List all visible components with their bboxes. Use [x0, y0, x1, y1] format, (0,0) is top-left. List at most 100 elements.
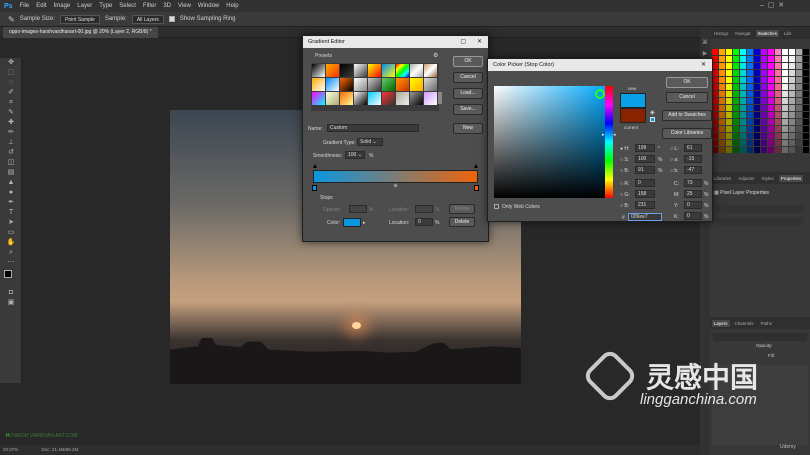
swatch[interactable] — [726, 105, 732, 111]
opacity-field[interactable] — [349, 205, 367, 213]
swatch[interactable] — [733, 91, 739, 97]
swatch[interactable] — [733, 70, 739, 76]
swatch[interactable] — [754, 91, 760, 97]
color-libraries-button[interactable]: Color Libraries — [662, 128, 712, 139]
hue-field[interactable]: 199 — [635, 144, 655, 152]
cyan-field[interactable]: 73 — [684, 179, 702, 187]
swatch[interactable] — [747, 56, 753, 62]
color-stop-right[interactable] — [474, 185, 479, 191]
swatch[interactable] — [747, 84, 753, 90]
healing-tool-icon[interactable]: ✚ — [0, 118, 22, 128]
presets-grid[interactable] — [311, 63, 439, 111]
add-to-swatches-button[interactable]: Add to Swatches — [662, 110, 712, 121]
gradient-preset[interactable] — [382, 92, 395, 105]
swatch[interactable] — [754, 49, 760, 55]
swatch[interactable] — [782, 112, 788, 118]
green-field[interactable]: 158 — [635, 190, 655, 198]
swatch[interactable] — [803, 56, 809, 62]
swatch[interactable] — [761, 112, 767, 118]
gradient-preset[interactable] — [410, 78, 423, 91]
gradient-preset[interactable] — [326, 64, 339, 77]
stop-color-menu-icon[interactable]: ▸ — [363, 220, 366, 226]
lab-l-field[interactable]: 61 — [684, 144, 702, 152]
swatch[interactable] — [719, 77, 725, 83]
properties-fields[interactable] — [716, 205, 804, 213]
swatch[interactable] — [733, 56, 739, 62]
ok-button[interactable]: OK — [666, 77, 708, 88]
gradient-preset[interactable] — [312, 78, 325, 91]
menu-help[interactable]: Help — [226, 3, 238, 9]
gradient-preset[interactable] — [368, 92, 381, 105]
swatch[interactable] — [719, 105, 725, 111]
swatch[interactable] — [740, 98, 746, 104]
gradient-preset[interactable] — [354, 78, 367, 91]
tab-styles[interactable]: Styles — [760, 175, 776, 182]
swatch[interactable] — [803, 70, 809, 76]
swatch[interactable] — [782, 49, 788, 55]
swatch[interactable] — [719, 133, 725, 139]
tab-properties[interactable]: Properties — [778, 174, 804, 182]
smoothness-field[interactable]: 100 ⌄ — [345, 151, 365, 159]
swatch[interactable] — [768, 63, 774, 69]
delete-color-stop-button[interactable]: Delete — [449, 217, 475, 227]
swatch[interactable] — [768, 91, 774, 97]
swatch[interactable] — [768, 70, 774, 76]
swatch[interactable] — [754, 63, 760, 69]
hex-field[interactable]: 009ee7 — [628, 213, 662, 221]
gradient-preset[interactable] — [368, 78, 381, 91]
swatch[interactable] — [733, 119, 739, 125]
swatch[interactable] — [740, 56, 746, 62]
swatch[interactable] — [803, 147, 809, 153]
swatch[interactable] — [782, 147, 788, 153]
swatch[interactable] — [803, 84, 809, 90]
swatch[interactable] — [782, 56, 788, 62]
swatch[interactable] — [726, 77, 732, 83]
swatch[interactable] — [789, 105, 795, 111]
color-picker-titlebar[interactable]: Color Picker (Stop Color) ✕ — [488, 59, 712, 71]
opacity-location-field[interactable] — [415, 205, 433, 213]
gradient-preset[interactable] — [326, 78, 339, 91]
swatch[interactable] — [775, 140, 781, 146]
swatch[interactable] — [726, 49, 732, 55]
tab-swatches[interactable]: Swatches — [755, 29, 780, 37]
close-icon[interactable]: ✕ — [701, 59, 706, 71]
tab-adjustments[interactable]: Adjustm — [736, 175, 756, 182]
swatch[interactable] — [782, 126, 788, 132]
brightness-field[interactable]: 91 — [635, 166, 655, 174]
gradient-preset[interactable] — [382, 78, 395, 91]
swatches-grid[interactable] — [712, 49, 809, 154]
presets-gear-icon[interactable]: ⚙ — [433, 52, 438, 59]
foreground-color[interactable] — [4, 270, 12, 278]
swatch[interactable] — [747, 98, 753, 104]
swatch[interactable] — [803, 119, 809, 125]
swatch[interactable] — [733, 126, 739, 132]
save-button[interactable]: Save... — [453, 104, 483, 115]
swatch[interactable] — [754, 70, 760, 76]
gradient-preset[interactable] — [312, 92, 325, 105]
swatch[interactable] — [740, 147, 746, 153]
zoom-tool-icon[interactable]: ⌕ — [0, 248, 22, 258]
swatch[interactable] — [747, 105, 753, 111]
zoom-readout[interactable]: 20.07% — [3, 447, 18, 452]
swatch[interactable] — [754, 147, 760, 153]
swatch[interactable] — [796, 119, 802, 125]
gradient-type-select[interactable]: Solid ⌄ — [357, 138, 383, 146]
swatch[interactable] — [733, 133, 739, 139]
swatch[interactable] — [782, 70, 788, 76]
swatch[interactable] — [768, 105, 774, 111]
gradient-preset[interactable] — [396, 92, 409, 105]
swatch[interactable] — [747, 63, 753, 69]
swatch[interactable] — [761, 147, 767, 153]
swatch[interactable] — [789, 49, 795, 55]
swatch[interactable] — [782, 84, 788, 90]
swatch[interactable] — [712, 49, 718, 55]
tab-paths[interactable]: Paths — [759, 320, 775, 327]
swatch[interactable] — [782, 91, 788, 97]
swatch[interactable] — [740, 126, 746, 132]
swatch[interactable] — [761, 126, 767, 132]
properties-fields-2[interactable] — [716, 217, 804, 225]
lasso-tool-icon[interactable]: ◌ — [0, 78, 22, 88]
document-tab[interactable]: oppo-images-harshvardhanart-00.jpg @ 20%… — [3, 27, 158, 38]
tab-navigator[interactable]: Navigat — [733, 30, 752, 37]
swatch[interactable] — [740, 77, 746, 83]
